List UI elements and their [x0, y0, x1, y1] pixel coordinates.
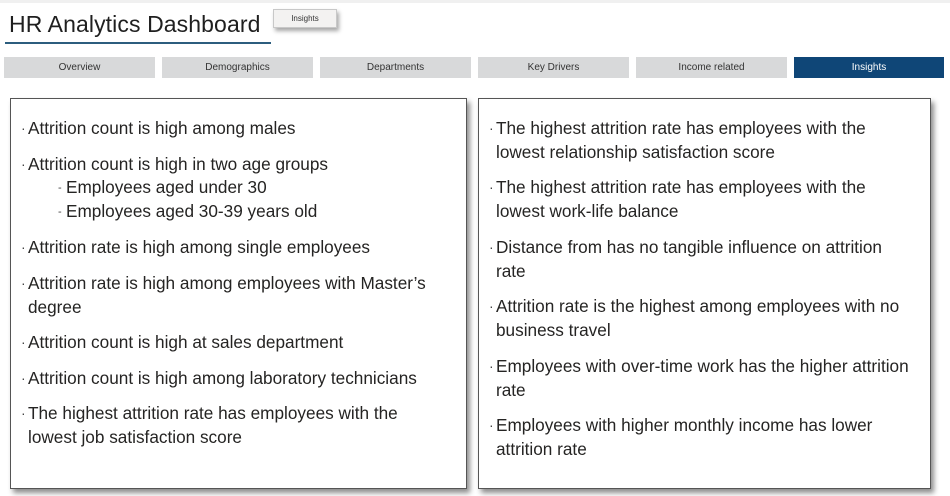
tab-key-drivers[interactable]: Key Drivers [478, 57, 629, 78]
insight-item: Attrition rate is the highest among empl… [496, 296, 900, 340]
insight-item: Attrition count is high in two age group… [28, 154, 329, 174]
insight-item: Employees with over-time work has the hi… [496, 356, 909, 400]
dash-icon: - [58, 182, 62, 194]
insight-item: Attrition count is high among males [28, 118, 296, 138]
bullet-icon: · [21, 405, 26, 421]
insight-item: Attrition rate is high among employees w… [28, 273, 426, 317]
insight-item: The highest attrition rate has employees… [496, 118, 866, 162]
bullet-icon: · [21, 275, 26, 291]
age-group-item: Employees aged 30-39 years old [66, 201, 318, 221]
bullet-icon: · [489, 298, 494, 314]
tab-insights[interactable]: Insights [794, 57, 944, 78]
insight-item: The highest attrition rate has employees… [496, 177, 866, 221]
bullet-icon: · [21, 334, 26, 350]
right-insights-panel: · The highest attrition rate has employe… [478, 98, 931, 489]
insight-item: The highest attrition rate has employees… [28, 403, 398, 447]
page-title: HR Analytics Dashboard [9, 11, 261, 37]
bullet-icon: · [21, 370, 26, 386]
tab-overview[interactable]: Overview [4, 57, 155, 78]
bullet-icon: · [21, 156, 26, 172]
insight-item: Attrition rate is high among single empl… [28, 237, 371, 257]
bullet-icon: · [489, 120, 494, 136]
insight-item: Attrition count is high among laboratory… [28, 368, 417, 388]
tab-demographics[interactable]: Demographics [162, 57, 313, 78]
age-group-item: Employees aged under 30 [66, 177, 267, 197]
bullet-icon: · [21, 120, 26, 136]
title-underline [5, 42, 271, 44]
dash-icon: - [58, 206, 62, 218]
left-insights-panel: · Attrition count is high among males · … [10, 98, 467, 489]
top-divider [0, 0, 950, 3]
page-badge: Insights [273, 9, 337, 28]
tab-departments[interactable]: Departments [320, 57, 471, 78]
insight-item: Attrition count is high at sales departm… [28, 332, 344, 352]
bullet-icon: · [489, 358, 494, 374]
insight-item: Distance from has no tangible influence … [496, 237, 882, 281]
bullet-icon: · [489, 239, 494, 255]
tab-income-related[interactable]: Income related [636, 57, 787, 78]
bullet-icon: · [489, 179, 494, 195]
bullet-icon: · [489, 417, 494, 433]
bullet-icon: · [21, 239, 26, 255]
insight-item: Employees with higher monthly income has… [496, 415, 873, 459]
